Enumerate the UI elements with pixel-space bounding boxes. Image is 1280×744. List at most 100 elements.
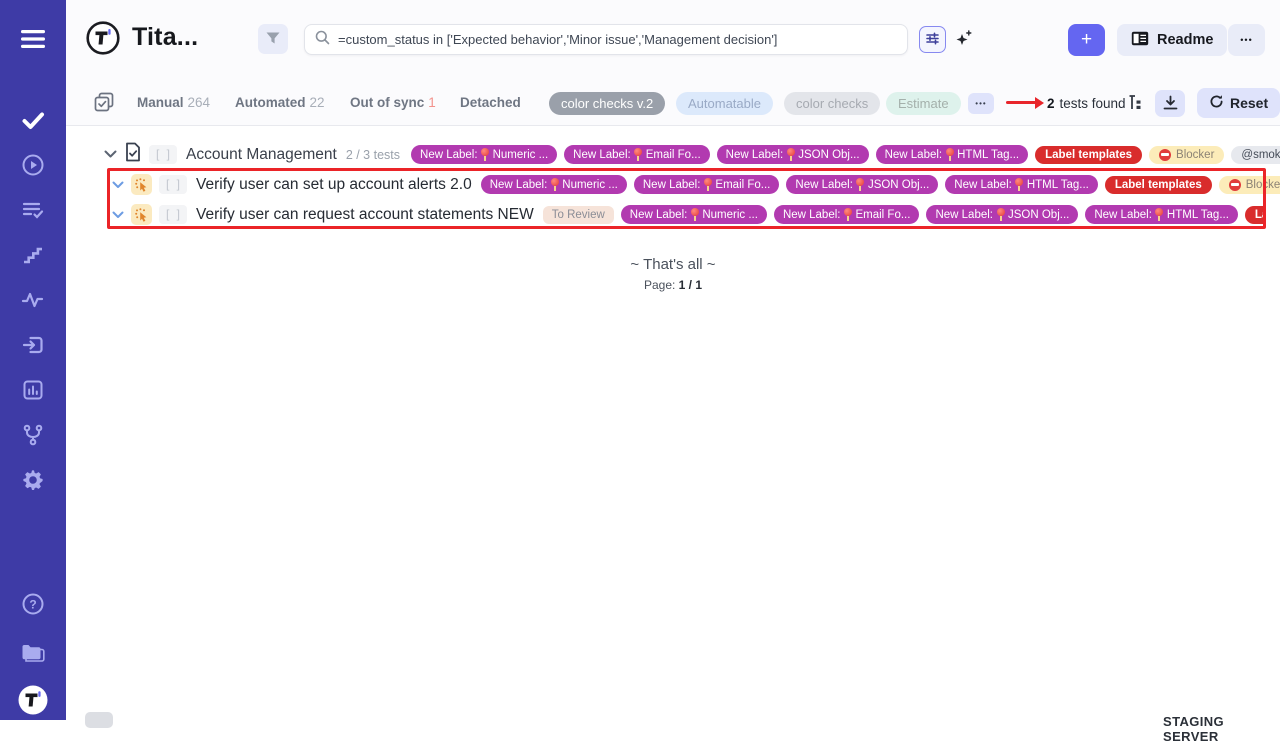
tab-manual[interactable]: Manual264 bbox=[137, 95, 210, 110]
interactive-test-icon bbox=[131, 174, 152, 195]
select-all-button[interactable] bbox=[94, 92, 114, 115]
sidebar-item-branches[interactable] bbox=[16, 418, 50, 452]
label-pill[interactable]: New Label:Numeric ... bbox=[411, 145, 557, 164]
tab-out-of-sync[interactable]: Out of sync1 bbox=[350, 95, 436, 110]
filter-pill-automatable[interactable]: Automatable bbox=[676, 92, 773, 115]
filter-button[interactable] bbox=[258, 24, 288, 54]
readme-button[interactable]: Readme bbox=[1117, 24, 1227, 56]
blocker-pill[interactable]: Blocker bbox=[1219, 176, 1280, 194]
query-settings-button[interactable] bbox=[919, 26, 946, 53]
pagination: Page: 1 / 1 bbox=[66, 278, 1280, 292]
search-icon bbox=[315, 30, 330, 50]
stairs-icon bbox=[21, 243, 45, 267]
test-row[interactable]: [ ] Verify user can set up account alert… bbox=[66, 174, 1280, 195]
no-entry-icon bbox=[1229, 179, 1241, 191]
environment-banner: STAGING SERVER bbox=[1163, 714, 1280, 744]
reset-button[interactable]: Reset bbox=[1197, 88, 1280, 118]
label-pill[interactable]: New Label:JSON Obj... bbox=[786, 175, 938, 194]
sparkles-icon bbox=[952, 28, 974, 53]
branch-icon bbox=[21, 423, 45, 447]
pin-icon bbox=[996, 208, 1005, 221]
bar-chart-icon bbox=[21, 378, 45, 402]
list-end: ~ That's all ~ Page: 1 / 1 bbox=[66, 256, 1280, 292]
chevron-down-icon[interactable] bbox=[104, 150, 117, 159]
label-pill[interactable]: New Label:HTML Tag... bbox=[876, 145, 1029, 164]
pin-icon bbox=[690, 208, 699, 221]
test-title: Verify user can set up account alerts 2.… bbox=[196, 176, 472, 194]
sidebar-item-runs[interactable] bbox=[16, 148, 50, 182]
check-icon bbox=[21, 108, 45, 132]
label-pill[interactable]: New Label:Email Fo... bbox=[634, 175, 780, 194]
tests-found-count: 2tests found bbox=[1047, 96, 1126, 111]
readme-icon bbox=[1131, 31, 1149, 50]
pin-icon bbox=[1015, 178, 1024, 191]
row-checkbox[interactable]: [ ] bbox=[159, 205, 187, 224]
sidebar-item-settings[interactable] bbox=[16, 463, 50, 497]
sidebar-item-plans[interactable] bbox=[16, 193, 50, 227]
list-check-icon bbox=[21, 198, 45, 222]
folder-row[interactable]: [ ] Account Management 2 / 3 tests New L… bbox=[66, 142, 1280, 167]
gear-icon bbox=[21, 468, 45, 492]
tree-view-button[interactable] bbox=[1128, 94, 1145, 114]
folder-title: Account Management bbox=[186, 146, 337, 164]
folders-icon bbox=[20, 640, 46, 664]
thats-all-text: ~ That's all ~ bbox=[66, 256, 1280, 273]
blocker-pill[interactable]: Blocker bbox=[1149, 146, 1224, 164]
download-icon bbox=[1162, 94, 1179, 114]
search-input[interactable] bbox=[338, 32, 897, 47]
filter-pill-color-checks[interactable]: color checks bbox=[784, 92, 880, 115]
interactive-test-icon bbox=[131, 204, 152, 225]
label-pill[interactable]: New Label:JSON Obj... bbox=[926, 205, 1078, 224]
suite-document-icon bbox=[124, 142, 142, 167]
no-entry-icon bbox=[1159, 149, 1171, 161]
label-pill[interactable]: New Label:Numeric ... bbox=[621, 205, 767, 224]
search-box bbox=[304, 24, 908, 55]
sidebar-item-tests[interactable] bbox=[16, 103, 50, 137]
bottom-logo bbox=[16, 683, 50, 717]
sidebar-item-steps[interactable] bbox=[16, 238, 50, 272]
label-templates-pill[interactable]: Label templates bbox=[1245, 206, 1266, 224]
help-icon: ? bbox=[21, 592, 45, 616]
pin-icon bbox=[856, 178, 865, 191]
pin-icon bbox=[843, 208, 852, 221]
add-button[interactable]: + bbox=[1068, 24, 1105, 56]
chevron-down-icon[interactable] bbox=[112, 211, 124, 219]
ai-assist-button[interactable] bbox=[950, 27, 976, 53]
refresh-icon bbox=[1209, 94, 1224, 112]
download-button[interactable] bbox=[1155, 90, 1185, 117]
filter-pill-estimate[interactable]: Estimate bbox=[886, 92, 961, 115]
label-pill[interactable]: New Label:HTML Tag... bbox=[1085, 205, 1238, 224]
row-checkbox[interactable]: [ ] bbox=[159, 175, 187, 194]
pulse-icon bbox=[21, 288, 45, 312]
sidebar-item-import[interactable] bbox=[16, 328, 50, 362]
svg-text:?: ? bbox=[29, 597, 36, 611]
pin-icon bbox=[945, 148, 954, 161]
row-checkbox[interactable]: [ ] bbox=[149, 145, 177, 164]
sidebar-item-analytics[interactable] bbox=[16, 373, 50, 407]
tab-automated[interactable]: Automated22 bbox=[235, 95, 325, 110]
sidebar-item-projects[interactable] bbox=[16, 635, 50, 669]
filter-pill-color-checks-v2[interactable]: color checks v.2 bbox=[549, 92, 665, 115]
label-pill[interactable]: New Label:JSON Obj... bbox=[717, 145, 869, 164]
label-pill[interactable]: New Label:Email Fo... bbox=[564, 145, 710, 164]
label-pill[interactable]: New Label:Numeric ... bbox=[481, 175, 627, 194]
status-badge: To Review bbox=[543, 206, 614, 224]
chevron-down-icon[interactable] bbox=[112, 181, 124, 189]
label-pill[interactable]: New Label:HTML Tag... bbox=[945, 175, 1098, 194]
test-row[interactable]: [ ] Verify user can request account stat… bbox=[66, 204, 1266, 225]
label-templates-pill[interactable]: Label templates bbox=[1035, 146, 1142, 164]
tab-detached[interactable]: Detached bbox=[460, 95, 521, 110]
label-pill[interactable]: New Label:Email Fo... bbox=[774, 205, 920, 224]
pin-icon bbox=[703, 178, 712, 191]
sidebar-item-pulse[interactable] bbox=[16, 283, 50, 317]
label-templates-pill[interactable]: Label templates bbox=[1105, 176, 1212, 194]
hamburger-menu-button[interactable] bbox=[16, 22, 50, 56]
tag-pill[interactable]: @smoke bbox=[1231, 146, 1280, 164]
more-filters-button[interactable]: ••• bbox=[968, 93, 994, 114]
funnel-icon bbox=[265, 30, 281, 49]
more-options-button[interactable]: ••• bbox=[1228, 24, 1265, 56]
top-bar: Tita... + Readme ••• Manual264 bbox=[66, 0, 1280, 126]
pin-icon bbox=[550, 178, 559, 191]
annotation-arrow bbox=[1006, 101, 1036, 104]
sidebar-item-help[interactable]: ? bbox=[16, 587, 50, 621]
